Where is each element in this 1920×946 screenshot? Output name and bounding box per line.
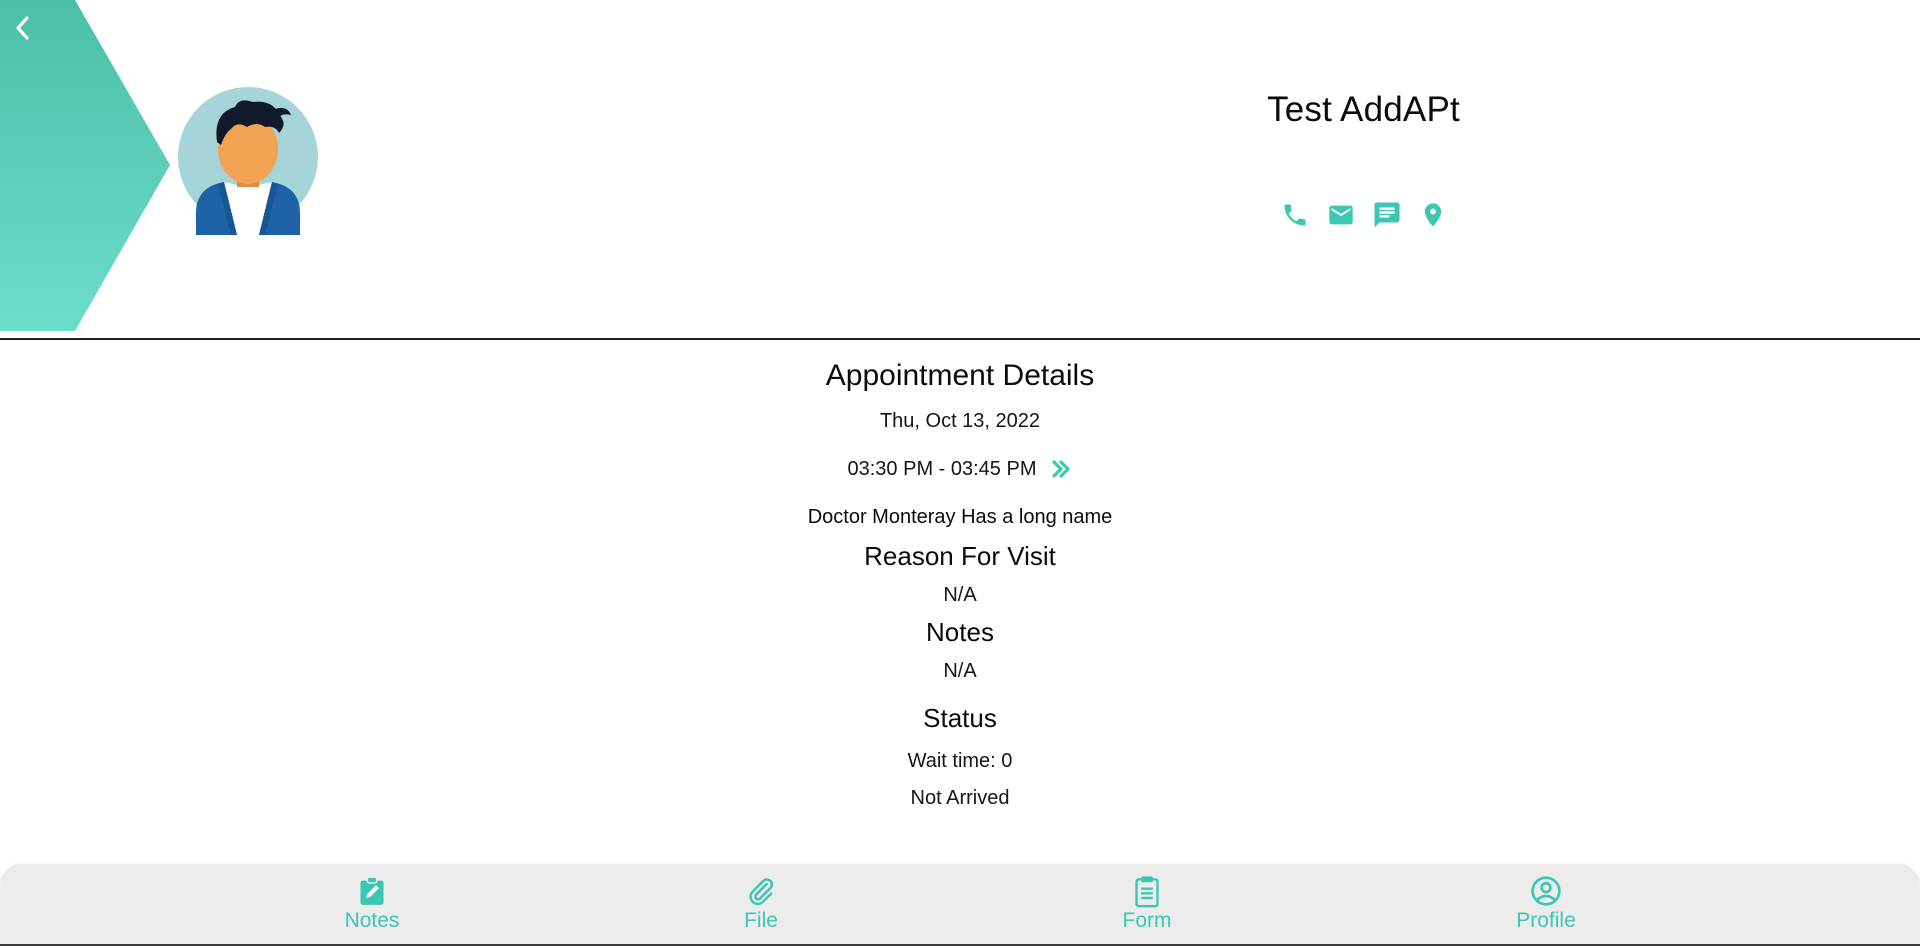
profile-circle-icon	[1531, 876, 1561, 906]
patient-name-block: Test AddAPt	[1180, 90, 1547, 130]
status-title: Status	[923, 703, 997, 733]
nav-notes-label: Notes	[344, 909, 400, 932]
nav-file[interactable]: File	[701, 874, 821, 940]
reason-value: N/A	[943, 584, 977, 606]
phone-button[interactable]	[1280, 200, 1310, 230]
header: Test AddAPt	[0, 0, 1920, 338]
location-icon	[1424, 203, 1442, 227]
email-icon	[1329, 205, 1353, 225]
bottom-nav: Notes File Form Profile	[0, 864, 1920, 946]
appointment-details-title: Appointment Details	[825, 359, 1095, 392]
arrival-status: Not Arrived	[910, 787, 1010, 809]
notes-value: N/A	[943, 660, 977, 682]
phone-icon	[1284, 204, 1306, 226]
nav-notes[interactable]: Notes	[312, 874, 432, 940]
nav-form-label: Form	[1122, 909, 1172, 932]
message-button[interactable]	[1372, 200, 1402, 230]
nav-profile[interactable]: Profile	[1486, 874, 1606, 940]
message-icon	[1374, 202, 1400, 228]
header-banner	[0, 0, 170, 331]
chevron-left-icon	[16, 16, 29, 40]
nav-file-label: File	[744, 909, 778, 932]
clipboard-list-icon	[1135, 876, 1159, 908]
avatar	[177, 87, 319, 235]
location-button[interactable]	[1418, 200, 1448, 230]
nav-profile-label: Profile	[1516, 909, 1576, 932]
notes-title: Notes	[926, 617, 994, 647]
back-button[interactable]	[8, 10, 38, 46]
email-button[interactable]	[1326, 200, 1356, 230]
wait-time: Wait time: 0	[907, 750, 1013, 772]
clipboard-edit-icon	[360, 876, 384, 905]
nav-form[interactable]: Form	[1087, 874, 1207, 940]
appointment-details: Appointment Details Thu, Oct 13, 2022 03…	[0, 340, 1920, 811]
patient-name: Test AddAPt	[1267, 90, 1460, 129]
paperclip-icon	[749, 878, 774, 906]
appointment-time: 03:30 PM - 03:45 PM	[847, 458, 1037, 480]
double-chevron-right-icon	[1052, 460, 1071, 478]
appointment-date: Thu, Oct 13, 2022	[879, 410, 1041, 432]
appointment-time-row: 03:30 PM - 03:45 PM	[0, 456, 1920, 482]
doctor-name: Doctor Monteray Has a long name	[807, 506, 1113, 528]
contact-actions	[1280, 200, 1448, 230]
reason-title: Reason For Visit	[864, 541, 1056, 571]
time-forward-button[interactable]	[1050, 458, 1072, 480]
